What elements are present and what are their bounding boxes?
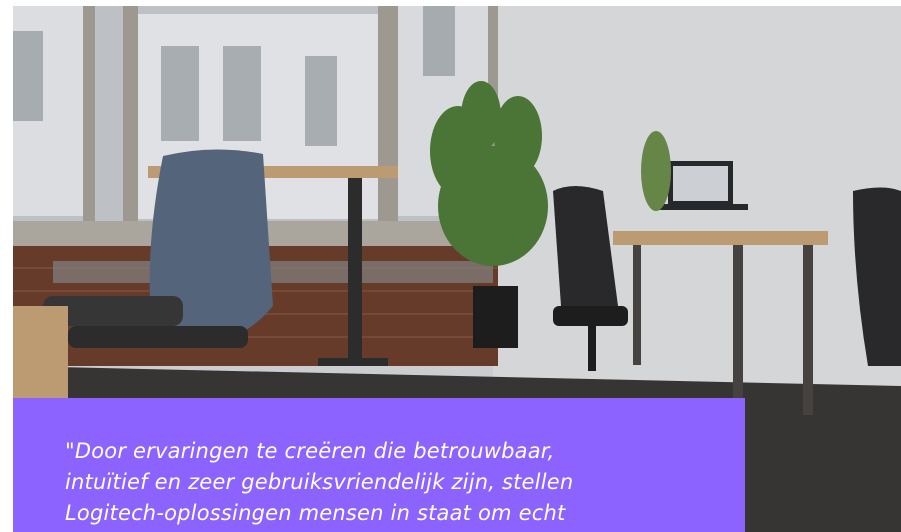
testimonial-quote-text: "Door ervaringen te creëren die betrouwb… (65, 439, 574, 525)
testimonial-quote-card: "Door ervaringen te creëren die betrouwb… (13, 398, 745, 532)
